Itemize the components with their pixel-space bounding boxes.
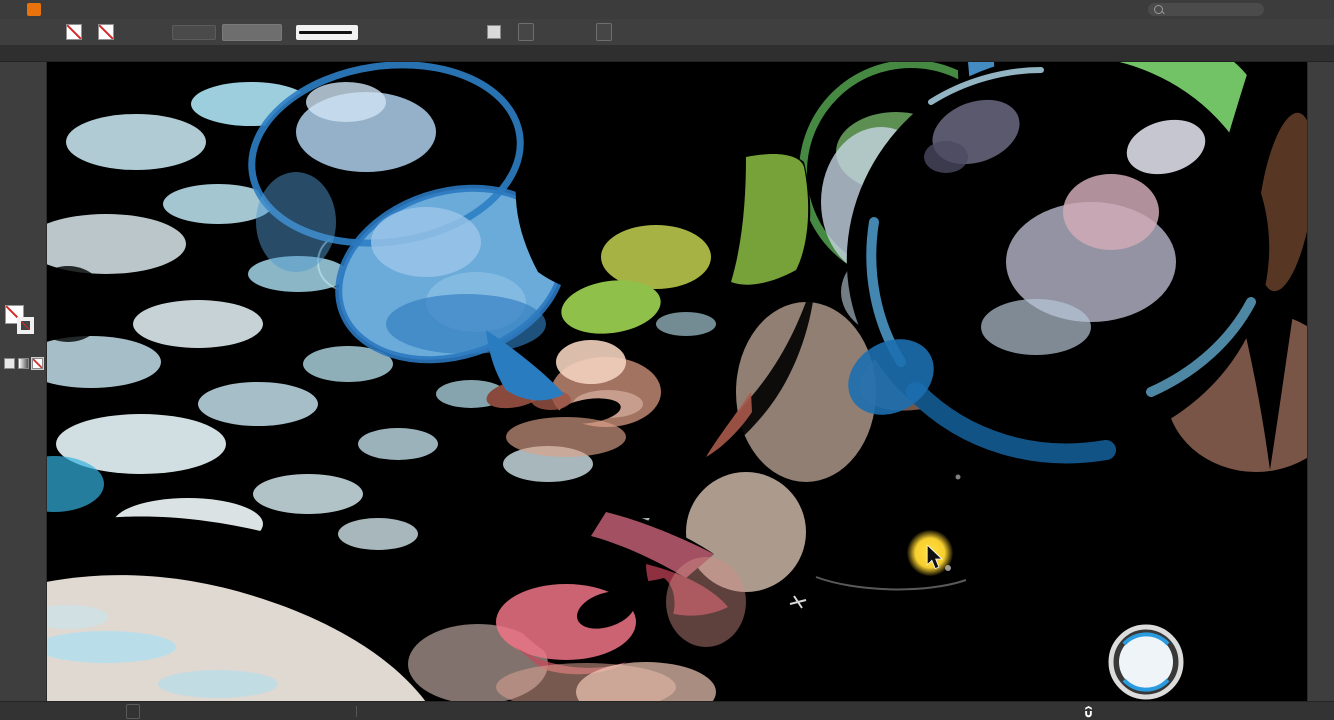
rrcg-watermark-logo	[1102, 618, 1322, 711]
artwork-canvas[interactable]	[46, 62, 1308, 702]
preferences-button[interactable]	[596, 23, 612, 41]
width-profile-field[interactable]	[222, 23, 282, 41]
panel-dock	[1307, 62, 1334, 702]
brush-stroke-preview	[299, 30, 352, 34]
artboard-field[interactable]	[126, 703, 140, 719]
app-logo-icon[interactable]	[27, 3, 41, 16]
document-setup-button[interactable]	[518, 23, 534, 41]
udemy-logo	[1082, 706, 1098, 718]
gradient-mode-button[interactable]	[17, 358, 29, 369]
brush-definition-field[interactable]	[296, 24, 358, 40]
fill-swatch[interactable]	[66, 24, 82, 40]
none-mode-button[interactable]	[30, 357, 44, 370]
toolbar-swatches	[0, 302, 46, 358]
stroke-weight-field[interactable]	[172, 24, 216, 40]
paint-mode-buttons	[0, 357, 46, 370]
window-controls	[1303, 0, 1329, 19]
status-separator	[356, 705, 357, 717]
style-swatch[interactable]	[487, 25, 501, 39]
color-mode-button[interactable]	[3, 358, 15, 369]
toolbar-stroke-swatch[interactable]	[17, 317, 34, 334]
search-input[interactable]	[1167, 3, 1251, 16]
udemy-icon	[1085, 706, 1092, 718]
document-tab-bar	[0, 45, 1334, 62]
stroke-swatch[interactable]	[98, 24, 114, 40]
menu-bar	[0, 0, 1334, 20]
search-icon	[1154, 5, 1163, 14]
illustrator-window: { "titlebar": { "app_icon": "Ai", "menus…	[0, 0, 1334, 720]
tools-panel	[0, 62, 47, 702]
search-box[interactable]	[1148, 3, 1264, 16]
control-bar	[0, 19, 1334, 46]
